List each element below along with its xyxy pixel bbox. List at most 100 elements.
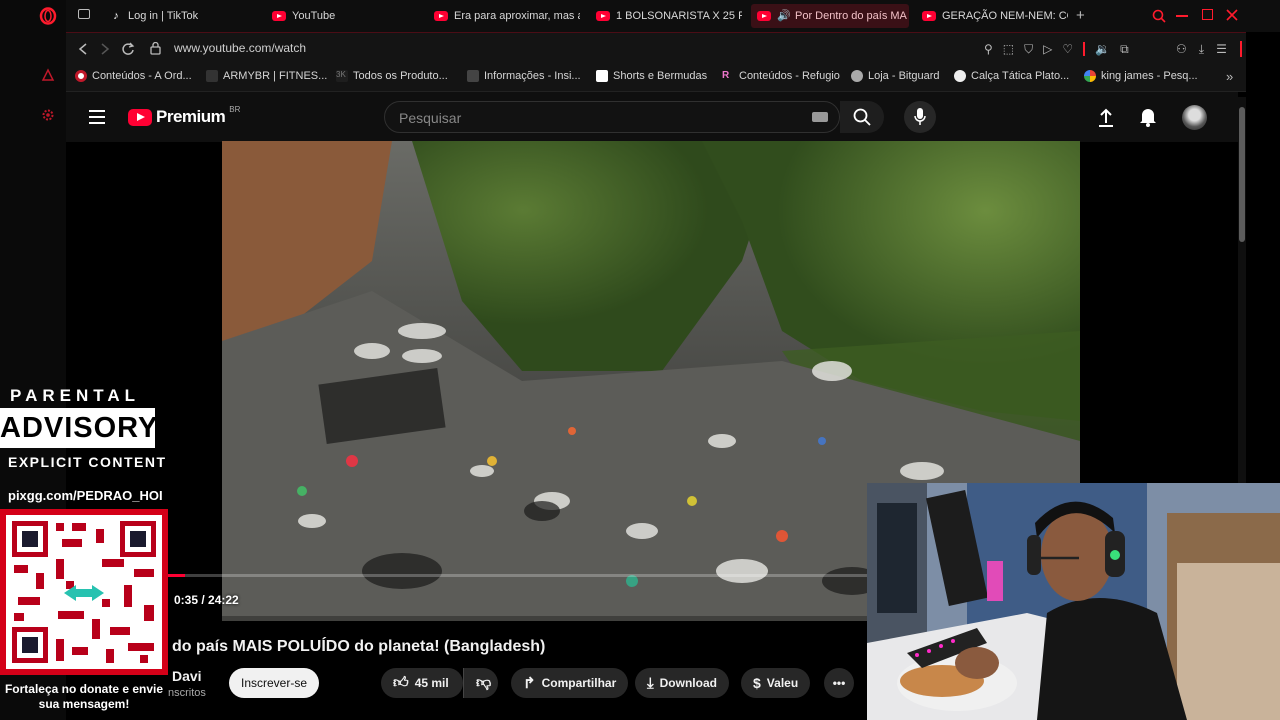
notifications-bell-icon[interactable]: [1139, 107, 1157, 127]
youtube-icon: [922, 11, 936, 21]
shield-icon[interactable]: ⛉: [1024, 42, 1033, 57]
subscribe-button[interactable]: Inscrever-se: [229, 668, 320, 698]
scrollbar-thumb[interactable]: [1239, 107, 1245, 242]
more-dots-icon: •••: [832, 676, 846, 690]
tab-geracao-nem-nem[interactable]: GERAÇÃO NEM-NEM: CO: [916, 4, 1068, 28]
audio-extension-icon[interactable]: 🔉: [1095, 42, 1110, 57]
heart-icon[interactable]: ♡: [1062, 42, 1073, 57]
bookmarks-bar: Conteúdos - A Ord... ARMYBR | FITNES... …: [66, 64, 1246, 92]
channel-name[interactable]: Davi: [172, 668, 202, 684]
youtube-logo-icon: [128, 108, 152, 126]
tab-strip: ♪ Log in | TikTok YouTube Era para aproxi…: [66, 0, 1280, 32]
dislike-button[interactable]: 👎︎: [463, 668, 498, 698]
forward-icon[interactable]: [100, 43, 110, 55]
bookmark-bitguard[interactable]: Loja - Bitguard: [851, 70, 940, 82]
search-button[interactable]: [840, 101, 884, 133]
avatar[interactable]: [1182, 105, 1207, 130]
progress-fill: [168, 574, 185, 577]
tab-era-para-aproximar[interactable]: Era para aproximar, mas a: [428, 4, 580, 28]
pix-url: pixgg.com/PEDRAO_HOI: [8, 488, 163, 503]
tiktok-icon: ♪: [113, 10, 119, 22]
profile-icon[interactable]: ⚇: [1176, 42, 1187, 57]
bookmark-shorts-bermudas[interactable]: Shorts e Bermudas: [596, 70, 707, 82]
tab-youtube[interactable]: YouTube: [266, 4, 421, 28]
google-icon: [1084, 70, 1096, 82]
site-icon: [75, 70, 87, 82]
microphone-icon: [914, 108, 926, 125]
youtube-icon: [272, 11, 286, 21]
aria-icon[interactable]: [41, 68, 55, 82]
settings-gear-icon[interactable]: [41, 108, 55, 122]
address-bar: www.youtube.com/watch ⚲ ⬚ ⛉ ▷ ♡ 🔉 ⧉ ⚇ ⤓ …: [66, 32, 1246, 64]
youtube-icon: [434, 11, 448, 21]
site-icon: [954, 70, 966, 82]
share-icon: ↱: [523, 675, 536, 692]
site-icon: 3K: [336, 70, 348, 82]
minimize-icon[interactable]: [1176, 15, 1188, 17]
more-actions-button[interactable]: •••: [824, 668, 854, 698]
more-bookmarks-chevron-icon[interactable]: »: [1226, 69, 1233, 84]
search-box[interactable]: Pesquisar: [384, 101, 840, 133]
download-button[interactable]: ⤓ Download: [635, 668, 729, 698]
maximize-icon[interactable]: [1202, 9, 1213, 20]
youtube-logo[interactable]: Premium BR: [128, 105, 240, 127]
opera-logo-icon[interactable]: [39, 7, 57, 25]
separator: [1083, 42, 1086, 56]
youtube-header: Premium BR Pesquisar: [66, 92, 1238, 142]
new-tab-plus-icon[interactable]: +: [1076, 7, 1085, 24]
parental-advisory-box: ADVISORY: [0, 408, 157, 448]
pin-icon[interactable]: ⚲: [984, 42, 993, 57]
download-icon[interactable]: ⤓: [1199, 42, 1204, 57]
close-window-icon[interactable]: [1226, 9, 1238, 21]
youtube-icon: [596, 11, 610, 21]
parental-advisory-top: PARENTAL: [10, 386, 141, 405]
bookmark-informacoes[interactable]: Informações - Insi...: [467, 70, 581, 82]
bookmark-refugio[interactable]: R Conteúdos - Refugio: [722, 70, 840, 82]
snapshot-icon[interactable]: ⬚: [1003, 42, 1014, 57]
accent-bar: [1240, 41, 1242, 57]
site-icon: [596, 70, 608, 82]
page-icon: [467, 70, 479, 82]
refugio-icon: R: [722, 70, 734, 82]
lock-icon[interactable]: [150, 42, 161, 55]
webcam-image: [867, 483, 1280, 720]
voice-search-button[interactable]: [904, 101, 936, 133]
qr-code-image: [12, 521, 156, 663]
search-icon: [853, 108, 871, 126]
bitguard-icon: [851, 70, 863, 82]
tab-bolsonarista[interactable]: 1 BOLSONARISTA X 25 PE: [590, 4, 742, 28]
bookmark-conteudos-ordem[interactable]: Conteúdos - A Ord...: [75, 70, 192, 82]
reload-icon[interactable]: [121, 42, 135, 56]
share-button[interactable]: ↱ Compartilhar: [511, 668, 629, 698]
url-field[interactable]: www.youtube.com/watch: [174, 41, 306, 55]
bookmark-calca-tatica[interactable]: Calça Tática Plato...: [954, 70, 1069, 82]
parental-advisory-bottom: EXPLICIT CONTENT: [8, 454, 167, 470]
speaker-icon: 🔊: [777, 10, 791, 22]
video-time: 0:35 / 24:22: [174, 593, 239, 607]
back-icon[interactable]: [78, 43, 88, 55]
hamburger-menu-icon[interactable]: [89, 110, 105, 124]
super-thanks-icon: $: [753, 675, 761, 691]
thanks-button[interactable]: $ Valeu: [741, 668, 811, 698]
bookmark-armybr[interactable]: ARMYBR | FITNES...: [206, 70, 327, 82]
bookmark-king-james[interactable]: king james - Pesq...: [1084, 70, 1198, 82]
like-button[interactable]: 👍︎ 45 mil: [381, 668, 463, 698]
subscriber-count: nscritos: [168, 687, 206, 699]
video-title: do país MAIS POLUÍDO do planeta! (Bangla…: [172, 638, 546, 655]
workspaces-icon[interactable]: [78, 9, 90, 19]
play-icon[interactable]: ▷: [1043, 42, 1052, 57]
tab-search-icon[interactable]: [1152, 9, 1166, 23]
tab-tiktok[interactable]: ♪ Log in | TikTok: [104, 4, 254, 28]
progress-bar[interactable]: [168, 574, 868, 577]
extensions-icon[interactable]: ⧉: [1120, 42, 1129, 57]
tab-por-dentro-active[interactable]: 🔊 Por Dentro do país MA: [751, 4, 909, 28]
thumbs-down-icon: 👎︎: [476, 674, 492, 691]
qr-code: [0, 509, 168, 675]
search-input[interactable]: Pesquisar: [399, 110, 461, 126]
keyboard-icon[interactable]: [812, 112, 828, 122]
armybr-icon: [206, 70, 218, 82]
bookmark-todos-produtos[interactable]: 3K Todos os Produto...: [336, 70, 448, 82]
download-arrow-icon: ⤓: [647, 674, 654, 692]
upload-icon[interactable]: [1098, 107, 1114, 127]
menu-lines-icon[interactable]: ☰: [1216, 42, 1227, 57]
